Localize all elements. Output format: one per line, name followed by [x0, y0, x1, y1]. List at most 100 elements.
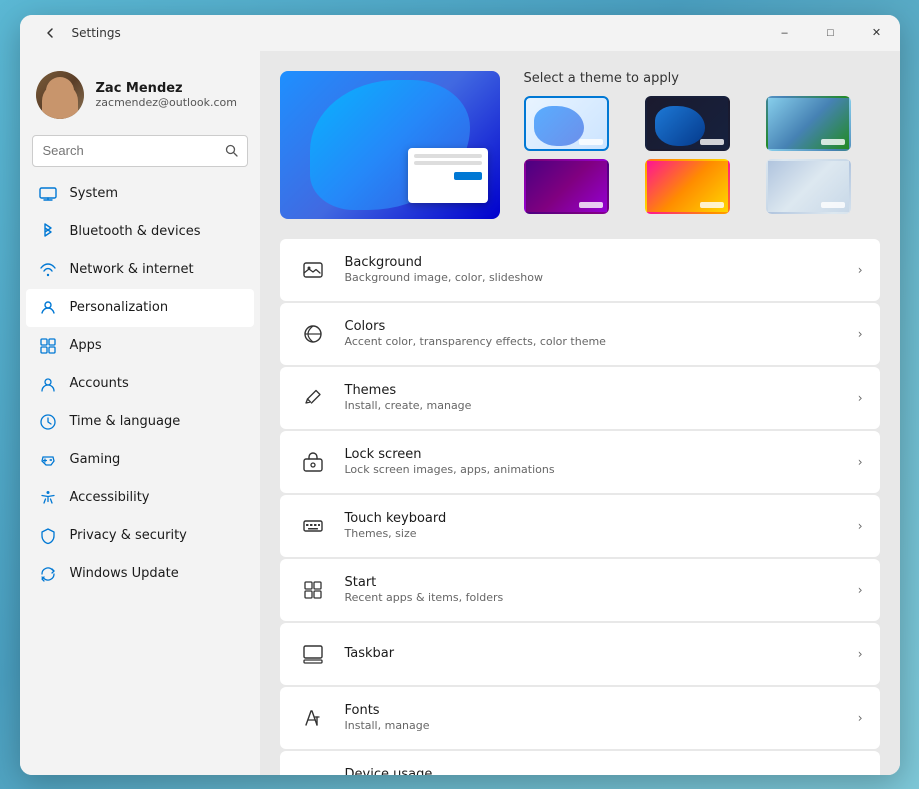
sidebar-item-time[interactable]: Time & language — [26, 403, 254, 441]
background-icon — [297, 254, 329, 286]
settings-item-touchkeyboard[interactable]: Touch keyboard Themes, size › — [280, 495, 880, 557]
themes-desc: Install, create, manage — [345, 399, 842, 412]
settings-item-taskbar[interactable]: Taskbar › — [280, 623, 880, 685]
fonts-text: Fonts Install, manage — [345, 703, 842, 732]
desktop-preview — [280, 71, 500, 219]
apps-icon — [38, 336, 58, 356]
sidebar-item-bluetooth[interactable]: Bluetooth & devices — [26, 213, 254, 251]
settings-item-themes[interactable]: Themes Install, create, manage › — [280, 367, 880, 429]
sidebar-label-network: Network & internet — [70, 262, 194, 277]
lockscreen-desc: Lock screen images, apps, animations — [345, 463, 842, 476]
titlebar: Settings – □ ✕ — [20, 15, 900, 51]
sidebar-item-system[interactable]: System — [26, 175, 254, 213]
theme-light[interactable] — [524, 96, 609, 151]
colors-desc: Accent color, transparency effects, colo… — [345, 335, 842, 348]
window-content: Zac Mendez zacmendez@outlook.com — [20, 51, 900, 775]
touchkeyboard-desc: Themes, size — [345, 527, 842, 540]
sidebar-item-accounts[interactable]: Accounts — [26, 365, 254, 403]
start-chevron: › — [858, 583, 863, 597]
settings-window: Settings – □ ✕ Zac Mendez zacmendez@outl… — [20, 15, 900, 775]
themes-chevron: › — [858, 391, 863, 405]
fonts-icon — [297, 702, 329, 734]
settings-item-lockscreen[interactable]: Lock screen Lock screen images, apps, an… — [280, 431, 880, 493]
start-desc: Recent apps & items, folders — [345, 591, 842, 604]
sidebar-label-time: Time & language — [70, 414, 181, 429]
search-button[interactable] — [220, 139, 244, 163]
themes-text: Themes Install, create, manage — [345, 383, 842, 412]
deviceusage-text: Device usage Customized suggestions for … — [345, 767, 842, 775]
background-desc: Background image, color, slideshow — [345, 271, 842, 284]
theme-nature[interactable] — [766, 96, 851, 151]
colors-text: Colors Accent color, transparency effect… — [345, 319, 842, 348]
lockscreen-title: Lock screen — [345, 447, 842, 462]
sidebar-item-apps[interactable]: Apps — [26, 327, 254, 365]
main-content: Select a theme to apply — [260, 51, 900, 775]
maximize-button[interactable]: □ — [808, 15, 854, 51]
theme-colorful[interactable] — [645, 159, 730, 214]
theme-section-title: Select a theme to apply — [524, 71, 880, 86]
sidebar-item-personalization[interactable]: Personalization — [26, 289, 254, 327]
lockscreen-text: Lock screen Lock screen images, apps, an… — [345, 447, 842, 476]
theme-dark[interactable] — [645, 96, 730, 151]
sidebar-label-privacy: Privacy & security — [70, 528, 187, 543]
lockscreen-icon — [297, 446, 329, 478]
theme-purple[interactable] — [524, 159, 609, 214]
start-icon — [297, 574, 329, 606]
settings-item-background[interactable]: Background Background image, color, slid… — [280, 239, 880, 301]
settings-item-colors[interactable]: Colors Accent color, transparency effect… — [280, 303, 880, 365]
touchkeyboard-icon — [297, 510, 329, 542]
close-button[interactable]: ✕ — [854, 15, 900, 51]
search-box — [32, 135, 248, 167]
deviceusage-icon — [297, 766, 329, 775]
sidebar: Zac Mendez zacmendez@outlook.com — [20, 51, 260, 775]
network-icon — [38, 260, 58, 280]
time-icon — [38, 412, 58, 432]
sidebar-item-gaming[interactable]: Gaming — [26, 441, 254, 479]
fonts-title: Fonts — [345, 703, 842, 718]
sidebar-item-accessibility[interactable]: Accessibility — [26, 479, 254, 517]
accounts-icon — [38, 374, 58, 394]
sidebar-item-update[interactable]: Windows Update — [26, 555, 254, 593]
dialog-preview — [408, 148, 488, 203]
colors-icon — [297, 318, 329, 350]
dialog-btn — [454, 172, 482, 180]
theme-soft[interactable] — [766, 159, 851, 214]
system-icon — [38, 184, 58, 204]
sidebar-item-privacy[interactable]: Privacy & security — [26, 517, 254, 555]
lockscreen-chevron: › — [858, 455, 863, 469]
sidebar-label-personalization: Personalization — [70, 300, 169, 315]
settings-item-start[interactable]: Start Recent apps & items, folders › — [280, 559, 880, 621]
touchkeyboard-title: Touch keyboard — [345, 511, 842, 526]
personalization-icon — [38, 298, 58, 318]
background-text: Background Background image, color, slid… — [345, 255, 842, 284]
sidebar-label-update: Windows Update — [70, 566, 179, 581]
minimize-button[interactable]: – — [762, 15, 808, 51]
taskbar-icon — [297, 638, 329, 670]
touchkeyboard-text: Touch keyboard Themes, size — [345, 511, 842, 540]
fonts-chevron: › — [858, 711, 863, 725]
themes-title: Themes — [345, 383, 842, 398]
avatar — [36, 71, 84, 119]
search-input[interactable] — [32, 135, 248, 167]
settings-item-deviceusage[interactable]: Device usage Customized suggestions for … — [280, 751, 880, 775]
sidebar-label-accounts: Accounts — [70, 376, 129, 391]
settings-item-fonts[interactable]: Fonts Install, manage › — [280, 687, 880, 749]
page-header: Select a theme to apply — [280, 71, 880, 219]
privacy-icon — [38, 526, 58, 546]
sidebar-label-bluetooth: Bluetooth & devices — [70, 224, 201, 239]
user-name: Zac Mendez — [96, 81, 237, 96]
update-icon — [38, 564, 58, 584]
touchkeyboard-chevron: › — [858, 519, 863, 533]
taskbar-chevron: › — [858, 647, 863, 661]
sidebar-item-network[interactable]: Network & internet — [26, 251, 254, 289]
user-info: Zac Mendez zacmendez@outlook.com — [96, 81, 237, 109]
dialog-line-2 — [414, 161, 482, 165]
fonts-desc: Install, manage — [345, 719, 842, 732]
colors-title: Colors — [345, 319, 842, 334]
theme-selector: Select a theme to apply — [524, 71, 880, 214]
colors-chevron: › — [858, 327, 863, 341]
sidebar-label-gaming: Gaming — [70, 452, 121, 467]
window-title: Settings — [72, 26, 121, 40]
settings-list: Background Background image, color, slid… — [280, 239, 880, 775]
back-button[interactable] — [36, 19, 64, 47]
